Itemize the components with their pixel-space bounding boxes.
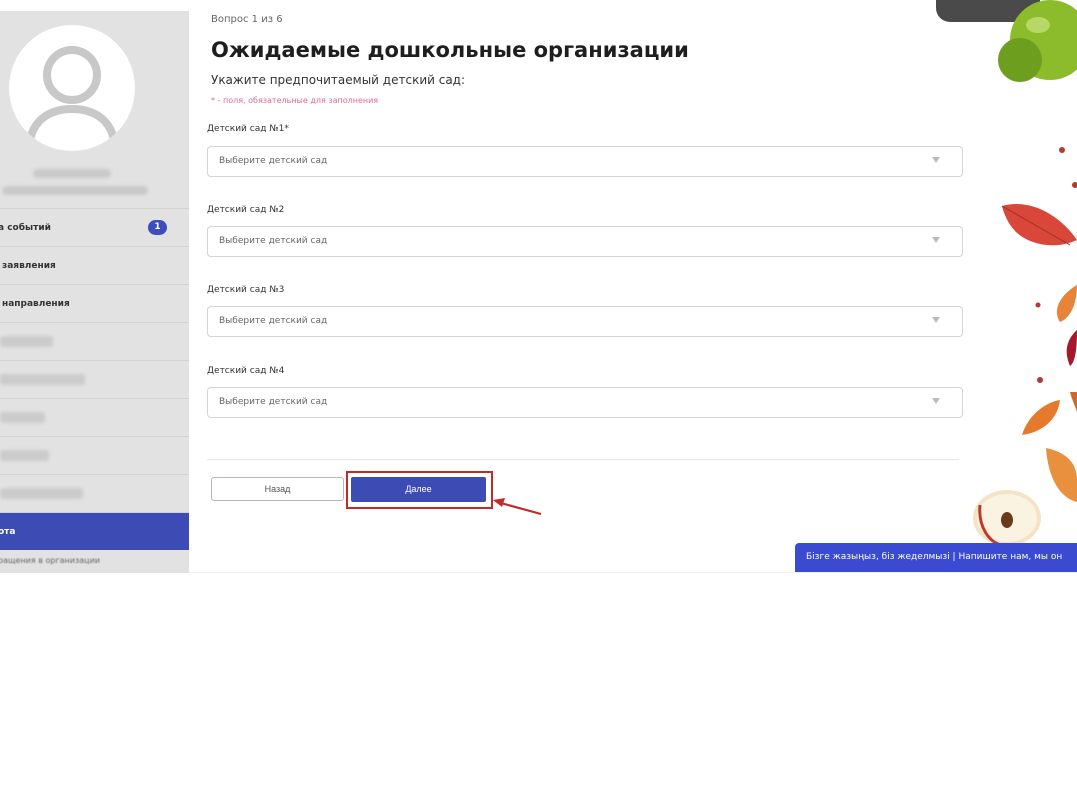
kindergarten-3-select[interactable]: Выберите детский сад [207, 306, 963, 337]
sidebar-item-active[interactable]: ота [0, 512, 189, 550]
select-placeholder: Выберите детский сад [219, 316, 328, 326]
chevron-down-icon [932, 398, 940, 404]
notification-badge: 1 [148, 220, 167, 235]
next-button[interactable]: Далее [351, 477, 486, 502]
kindergarten-1-label: Детский сад №1* [207, 124, 289, 134]
sidebar-item-label: ращения в организации [0, 556, 100, 565]
avatar[interactable] [9, 25, 135, 151]
sidebar-item-appeals[interactable]: ращения в организации [0, 550, 189, 570]
sidebar: а событий 1 заявления направления ота ра… [0, 11, 189, 573]
sidebar-item-blurred[interactable] [0, 474, 189, 512]
form-panel: Вопрос 1 из 6 Ожидаемые дошкольные орган… [189, 0, 989, 573]
user-silhouette-icon [25, 46, 119, 151]
sidebar-item-label: ота [0, 526, 16, 537]
required-fields-note: * - поля, обязательные для заполнения [211, 96, 379, 105]
kindergarten-1-select[interactable]: Выберите детский сад [207, 146, 963, 177]
select-placeholder: Выберите детский сад [219, 156, 328, 166]
question-counter: Вопрос 1 из 6 [211, 14, 283, 25]
sidebar-item-blurred[interactable] [0, 436, 189, 474]
chevron-down-icon [932, 157, 940, 163]
sidebar-item-blurred[interactable] [0, 360, 189, 398]
chevron-down-icon [932, 317, 940, 323]
app-viewport: а событий 1 заявления направления ота ра… [0, 0, 1077, 573]
kindergarten-2-label: Детский сад №2 [207, 205, 285, 215]
sidebar-item-referrals[interactable]: направления [0, 284, 189, 322]
form-divider [207, 459, 959, 460]
page-title: Ожидаемые дошкольные организации [211, 38, 689, 62]
sidebar-item-label-blurred [0, 450, 49, 461]
sidebar-item-blurred[interactable] [0, 398, 189, 436]
chat-support-banner[interactable]: Бізге жазыңыз, біз жеделмызі | Напишите … [795, 543, 1077, 573]
annotation-arrow-icon [493, 498, 542, 516]
autumn-leaves-decoration [973, 0, 1077, 548]
select-placeholder: Выберите детский сад [219, 236, 328, 246]
sidebar-item-label-blurred [0, 336, 53, 347]
user-name-blurred [33, 169, 111, 178]
kindergarten-4-label: Детский сад №4 [207, 366, 285, 376]
kindergarten-4-select[interactable]: Выберите детский сад [207, 387, 963, 418]
sidebar-item-applications[interactable]: заявления [0, 246, 189, 284]
sidebar-item-events[interactable]: а событий 1 [0, 208, 189, 246]
sidebar-item-label-blurred [0, 412, 45, 423]
form-subtitle: Укажите предпочитаемый детский сад: [211, 73, 466, 87]
chevron-down-icon [932, 237, 940, 243]
sidebar-item-blurred[interactable] [0, 322, 189, 360]
viewport-bottom-edge [189, 572, 1077, 573]
back-button[interactable]: Назад [211, 477, 344, 501]
sidebar-item-label-blurred [0, 488, 83, 499]
sidebar-item-label: а событий [0, 222, 51, 233]
user-info-blurred [2, 186, 148, 195]
select-placeholder: Выберите детский сад [219, 397, 328, 407]
sidebar-item-label: направления [2, 298, 70, 309]
kindergarten-2-select[interactable]: Выберите детский сад [207, 226, 963, 257]
sidebar-item-label: заявления [2, 260, 56, 271]
sidebar-item-label-blurred [0, 374, 85, 385]
kindergarten-3-label: Детский сад №3 [207, 285, 285, 295]
sidebar-menu: а событий 1 заявления направления ота ра… [0, 208, 189, 570]
